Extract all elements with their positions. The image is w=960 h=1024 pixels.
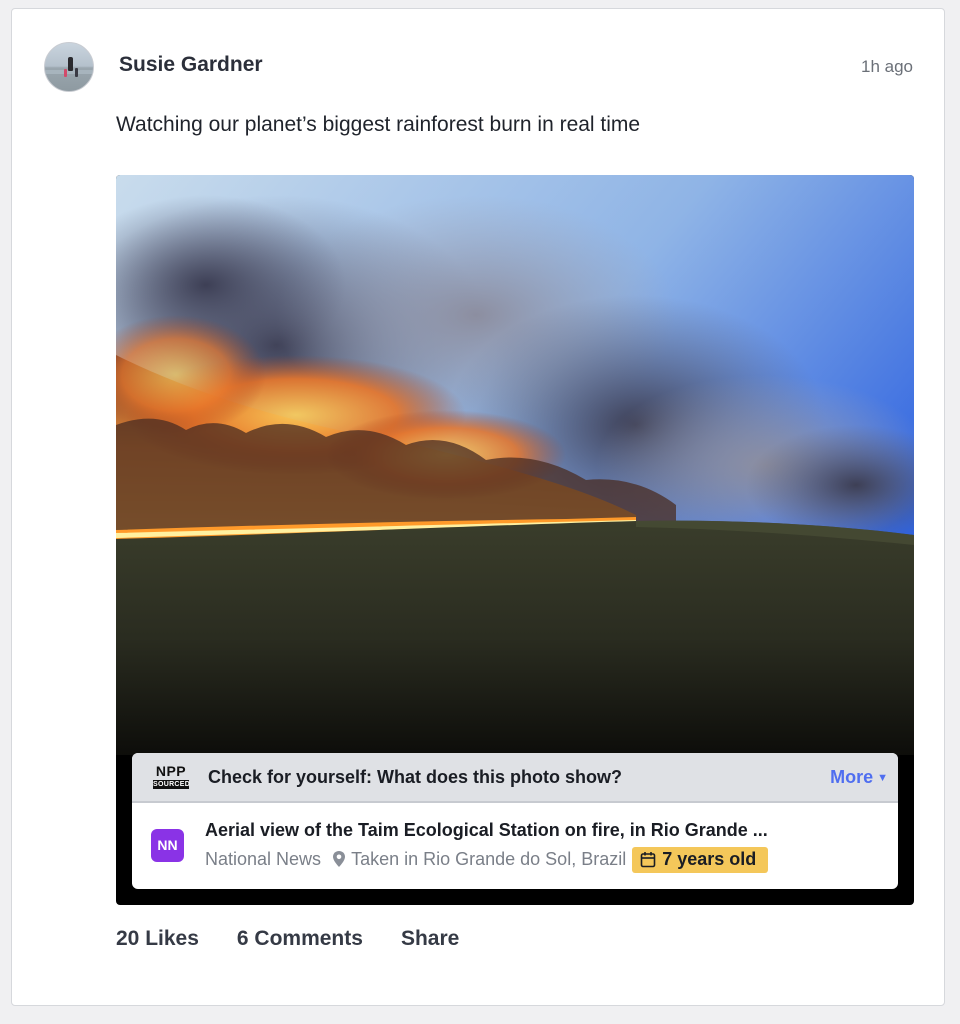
- npp-sourced-logo: NPP SOURCED: [153, 763, 191, 789]
- post-text: Watching our planet’s biggest rainforest…: [116, 113, 641, 136]
- photo-age-badge: 7 years old: [632, 847, 769, 873]
- caret-down-icon: ▼: [877, 772, 888, 784]
- source-title[interactable]: Aerial view of the Taim Ecological Stati…: [205, 820, 768, 841]
- fact-check-header: NPP SOURCED Check for yourself: What doe…: [132, 753, 898, 803]
- more-button[interactable]: More ▼: [830, 767, 888, 788]
- calendar-icon: [640, 852, 656, 868]
- source-name: National News: [205, 849, 322, 869]
- author-name[interactable]: Susie Gardner: [119, 53, 263, 77]
- post-timestamp: 1h ago: [861, 57, 913, 76]
- source-logo: NN: [151, 829, 184, 862]
- likes-button[interactable]: 20 Likes: [116, 927, 199, 951]
- photo-location: Taken in Rio Grande do Sol, Brazil: [351, 849, 627, 869]
- post-actions: 20 Likes 6 Comments Share: [116, 927, 497, 951]
- post-media: NPP SOURCED Check for yourself: What doe…: [116, 175, 914, 905]
- avatar[interactable]: [44, 42, 94, 92]
- share-button[interactable]: Share: [401, 927, 459, 951]
- post-card: Susie Gardner 1h ago Watching our planet…: [11, 8, 945, 1006]
- fact-check-panel: NPP SOURCED Check for yourself: What doe…: [132, 753, 898, 889]
- post-photo[interactable]: [116, 175, 914, 755]
- map-pin-icon: [333, 851, 346, 867]
- source-meta: National News Taken in Rio Grande do Sol,…: [205, 847, 769, 873]
- fact-check-title: Check for yourself: What does this photo…: [208, 767, 623, 787]
- comments-button[interactable]: 6 Comments: [237, 927, 363, 951]
